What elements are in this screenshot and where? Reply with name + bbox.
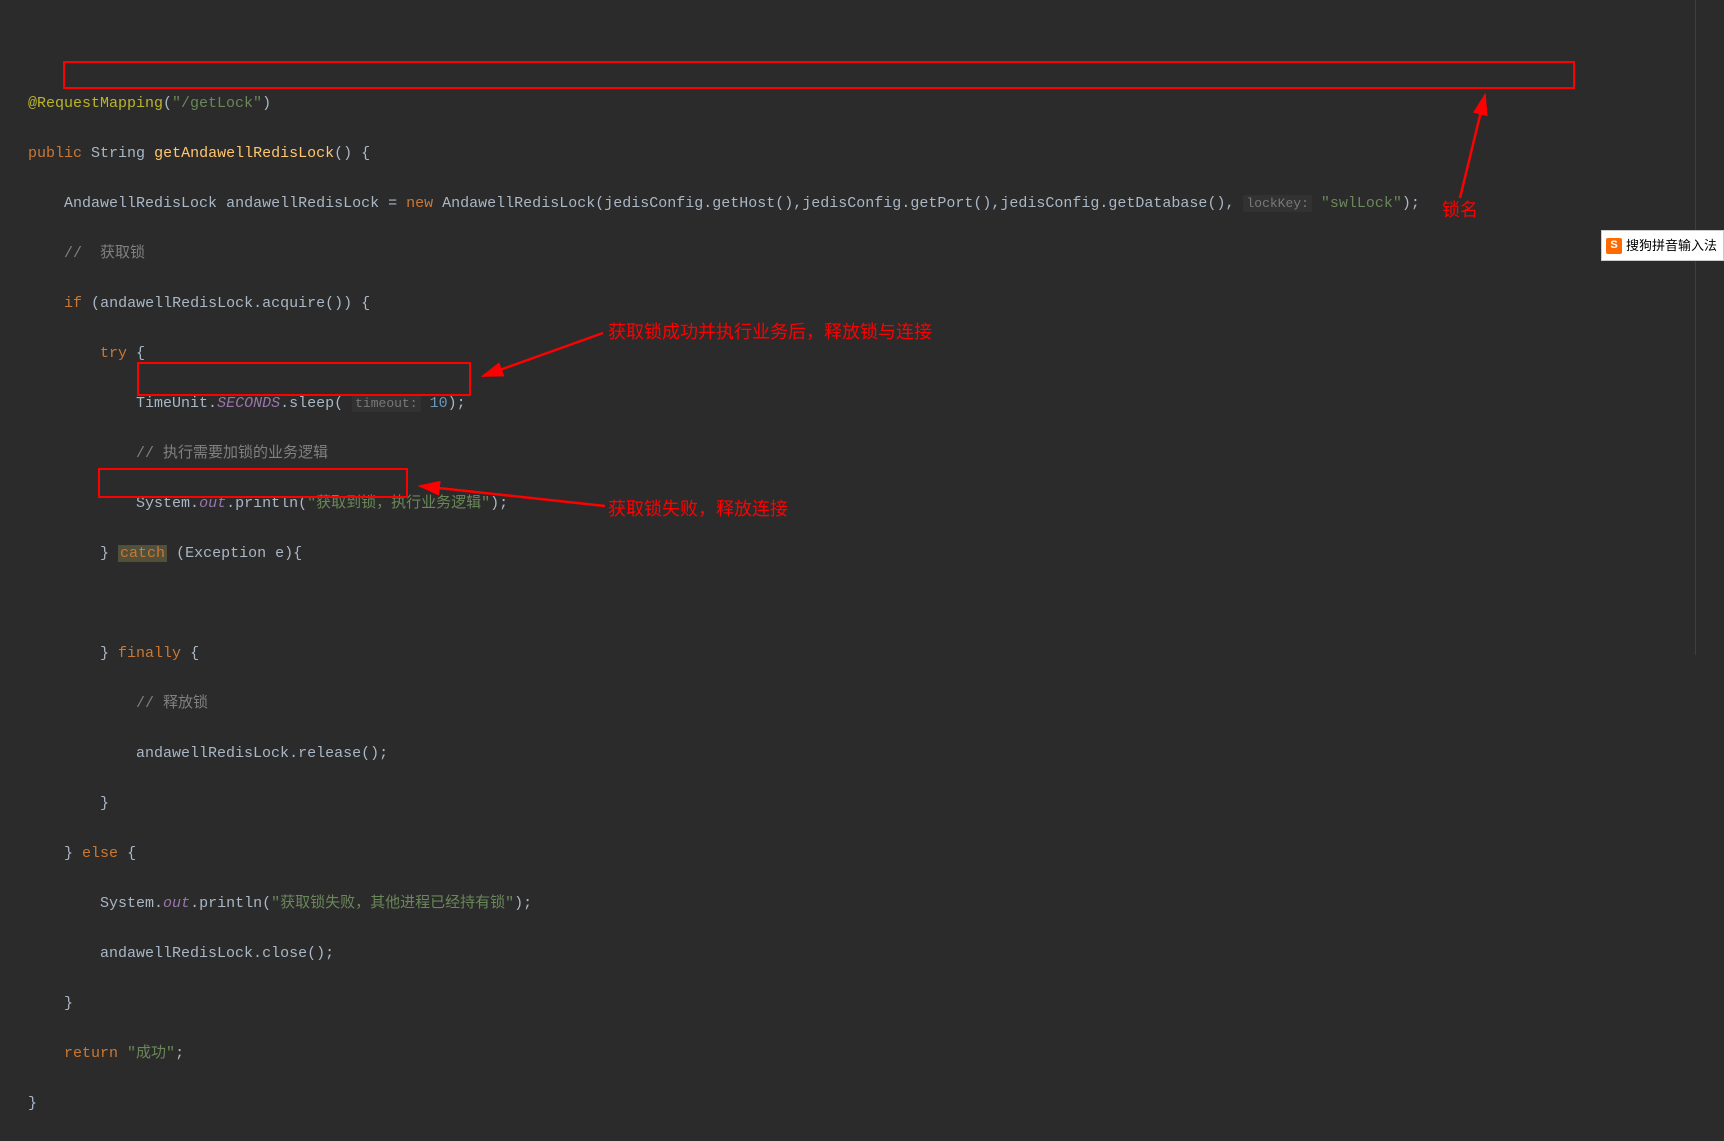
- code-line: public String getAndawellRedisLock() {: [28, 141, 1724, 166]
- method-call: getHost: [712, 195, 775, 212]
- sogou-icon: S: [1606, 238, 1622, 254]
- string-literal: "swlLock": [1321, 195, 1402, 212]
- keyword: try: [100, 345, 127, 362]
- type: TimeUnit: [136, 395, 208, 412]
- code-line: // 获取锁: [28, 241, 1724, 266]
- parameter-hint: lockKey:: [1243, 195, 1311, 212]
- keyword: new: [406, 195, 433, 212]
- method-call: getPort: [910, 195, 973, 212]
- keyword: if: [64, 295, 82, 312]
- variable: e: [275, 545, 284, 562]
- code-line: andawellRedisLock.close();: [28, 941, 1724, 966]
- string-literal: "获取锁失败，其他进程已经持有锁": [271, 895, 514, 912]
- code-line: }: [28, 791, 1724, 816]
- code-line: System.out.println("获取锁失败，其他进程已经持有锁");: [28, 891, 1724, 916]
- method-call: getDatabase: [1108, 195, 1207, 212]
- code-line: }: [28, 1091, 1724, 1116]
- ime-indicator[interactable]: S 搜狗拼音输入法: [1601, 230, 1724, 261]
- method-call: release: [298, 745, 361, 762]
- code-line: // 释放锁: [28, 691, 1724, 716]
- keyword: else: [82, 845, 118, 862]
- parameter-hint: timeout:: [352, 395, 420, 412]
- string-literal: "成功": [127, 1045, 175, 1062]
- code-line: }: [28, 991, 1724, 1016]
- code-line: } finally {: [28, 641, 1724, 666]
- method-call: close: [262, 945, 307, 962]
- type: System: [136, 495, 190, 512]
- code-line: TimeUnit.SECONDS.sleep( timeout: 10);: [28, 391, 1724, 416]
- code-line: @RequestMapping("/getLock"): [28, 91, 1724, 116]
- code-line: [28, 41, 1724, 66]
- type: String: [91, 145, 145, 162]
- keyword: finally: [118, 645, 181, 662]
- method-call: println: [235, 495, 298, 512]
- code-editor-area[interactable]: @RequestMapping("/getLock") public Strin…: [0, 0, 1724, 1141]
- code-line: System.out.println("获取到锁，执行业务逻辑");: [28, 491, 1724, 516]
- method-call: acquire: [262, 295, 325, 312]
- keyword: return: [64, 1045, 118, 1062]
- static-field: SECONDS: [217, 395, 280, 412]
- constructor: AndawellRedisLock: [442, 195, 595, 212]
- variable: jedisConfig: [1000, 195, 1099, 212]
- variable: jedisConfig: [604, 195, 703, 212]
- code-line: AndawellRedisLock andawellRedisLock = ne…: [28, 191, 1724, 216]
- type: AndawellRedisLock: [64, 195, 217, 212]
- editor-right-margin: [1695, 0, 1696, 655]
- method-call: println: [199, 895, 262, 912]
- string-literal: "/getLock": [172, 95, 262, 112]
- comment: // 获取锁: [64, 245, 145, 262]
- variable: andawellRedisLock: [100, 945, 253, 962]
- variable: jedisConfig: [802, 195, 901, 212]
- comment: // 执行需要加锁的业务逻辑: [136, 445, 328, 462]
- ime-label: 搜狗拼音输入法: [1626, 233, 1717, 258]
- code-line: } catch (Exception e){: [28, 541, 1724, 566]
- keyword: public: [28, 145, 82, 162]
- comment: // 释放锁: [136, 695, 208, 712]
- static-field: out: [199, 495, 226, 512]
- code-line: return "成功";: [28, 1041, 1724, 1066]
- number-literal: 10: [430, 395, 448, 412]
- code-line: try {: [28, 341, 1724, 366]
- static-field: out: [163, 895, 190, 912]
- type: System: [100, 895, 154, 912]
- method-declaration: getAndawellRedisLock: [154, 145, 334, 162]
- code-line: [28, 591, 1724, 616]
- code-line: andawellRedisLock.release();: [28, 741, 1724, 766]
- code-line: } else {: [28, 841, 1724, 866]
- code-line: if (andawellRedisLock.acquire()) {: [28, 291, 1724, 316]
- method-call: sleep: [289, 395, 334, 412]
- keyword-highlighted: catch: [118, 545, 167, 562]
- code-line: // 执行需要加锁的业务逻辑: [28, 441, 1724, 466]
- variable: andawellRedisLock: [100, 295, 253, 312]
- annotation: @RequestMapping: [28, 95, 163, 112]
- string-literal: "获取到锁，执行业务逻辑": [307, 495, 490, 512]
- variable: andawellRedisLock: [226, 195, 379, 212]
- type: Exception: [185, 545, 266, 562]
- variable: andawellRedisLock: [136, 745, 289, 762]
